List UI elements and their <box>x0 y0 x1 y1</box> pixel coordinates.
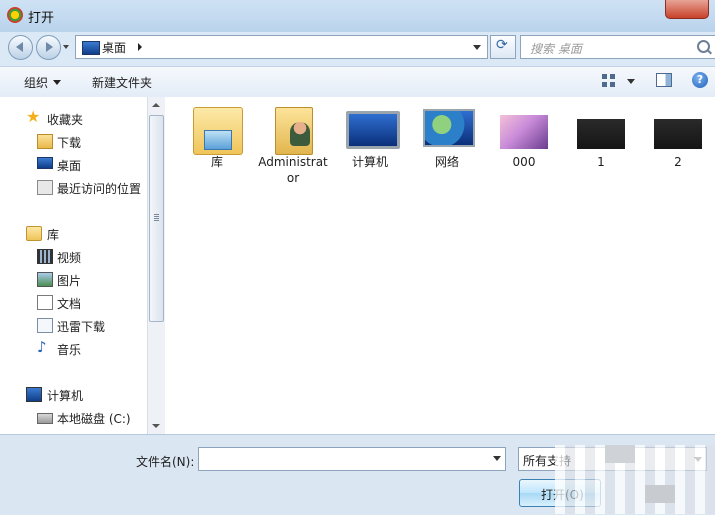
sidebar-item-label: 计算机 <box>47 389 84 403</box>
file-name: 2 <box>674 155 682 169</box>
views-dropdown-icon[interactable] <box>627 79 635 84</box>
sidebar-item-libraries[interactable]: 库 <box>0 222 147 244</box>
address-location[interactable]: 桌面 <box>102 39 126 56</box>
sidebar-item-label: 图片 <box>57 274 82 288</box>
sidebar-item-desktop[interactable]: 桌面 <box>0 153 147 175</box>
sidebar-item-xunlei[interactable]: 迅雷下载 <box>0 314 147 336</box>
chevron-down-icon <box>53 80 62 85</box>
network-icon <box>423 109 475 147</box>
download-folder-icon <box>37 318 53 333</box>
image-thumbnail <box>500 115 548 149</box>
help-icon[interactable]: ? <box>692 72 708 88</box>
file-list: 库 Administrator 计算机 网络 000 1 2 <box>165 97 715 434</box>
computer-icon <box>26 387 42 402</box>
search-placeholder: 搜索 桌面 <box>530 42 582 56</box>
file-name: Administrator <box>258 155 328 185</box>
scrollbar-thumb[interactable] <box>149 115 164 322</box>
title-bar: 打开 <box>0 0 715 32</box>
computer-icon <box>346 111 400 149</box>
navigation-scrollbar[interactable] <box>147 97 165 434</box>
organize-label: 组织 <box>24 76 49 90</box>
chevron-right-icon[interactable] <box>138 43 142 51</box>
preview-pane-icon[interactable] <box>656 73 672 87</box>
library-icon <box>193 107 243 155</box>
user-folder-icon <box>275 107 313 155</box>
filename-label: 文件名(N): <box>136 455 195 469</box>
library-icon <box>26 226 42 241</box>
sidebar-item-favorites[interactable]: ★ 收藏夹 <box>0 107 147 129</box>
scroll-up-arrow-icon[interactable] <box>152 103 160 107</box>
address-bar[interactable]: 桌面 <box>75 35 488 59</box>
organize-button[interactable]: 组织 <box>24 74 62 91</box>
sidebar-item-label: 最近访问的位置 <box>57 182 142 196</box>
sidebar-item-label: 音乐 <box>57 343 82 357</box>
window-title: 打开 <box>28 11 55 26</box>
hard-disk-icon <box>37 413 53 424</box>
navigation-bar: 桌面 搜索 桌面 <box>0 32 715 62</box>
search-input[interactable]: 搜索 桌面 <box>520 35 715 59</box>
sidebar-item-computer[interactable]: 计算机 <box>0 383 147 405</box>
file-name: 000 <box>512 155 536 169</box>
forward-button[interactable] <box>36 35 61 60</box>
recent-places-icon <box>37 180 53 195</box>
file-name: 计算机 <box>351 155 388 169</box>
filename-input[interactable] <box>198 447 506 471</box>
search-icon[interactable] <box>697 40 710 53</box>
chevron-down-icon[interactable] <box>473 45 481 50</box>
image-thumbnail <box>654 119 702 149</box>
sidebar-item-videos[interactable]: 视频 <box>0 245 147 267</box>
close-button[interactable] <box>665 0 709 19</box>
sidebar-item-label: 迅雷下载 <box>57 320 106 334</box>
sidebar-item-label: 收藏夹 <box>47 113 84 127</box>
scroll-down-arrow-icon[interactable] <box>152 424 160 428</box>
file-name: 1 <box>597 155 605 169</box>
new-folder-button[interactable]: 新建文件夹 <box>92 74 152 91</box>
sidebar-item-recent[interactable]: 最近访问的位置 <box>0 176 147 198</box>
grip-icon <box>154 214 159 221</box>
sidebar-item-pictures[interactable]: 图片 <box>0 268 147 290</box>
star-icon: ★ <box>26 107 41 126</box>
video-icon <box>37 249 53 264</box>
music-note-icon: ♪ <box>37 338 47 356</box>
sidebar-item-label: 视频 <box>57 251 82 265</box>
pictures-icon <box>37 272 53 287</box>
image-thumbnail <box>577 119 625 149</box>
sidebar-item-label: 库 <box>47 228 60 242</box>
refresh-button[interactable] <box>490 35 516 59</box>
downloads-icon <box>37 134 53 149</box>
recent-pages-dropdown[interactable] <box>63 45 69 49</box>
sidebar-item-documents[interactable]: 文档 <box>0 291 147 313</box>
navigation-pane: ★ 收藏夹 下载 桌面 最近访问的位置 库 视频 图片 文档 迅雷下载 ♪ 音乐… <box>0 97 147 434</box>
open-file-dialog: 打开 桌面 搜索 桌面 组织 新建文件夹 ? ★ 收藏夹 <box>0 0 715 515</box>
desktop-icon <box>37 157 53 169</box>
desktop-icon <box>82 41 100 55</box>
file-name: 网络 <box>434 155 459 169</box>
sidebar-item-local-disk[interactable]: 本地磁盘 (C:) <box>0 406 147 428</box>
watermark-overlay <box>555 445 715 514</box>
sidebar-item-music[interactable]: ♪ 音乐 <box>0 337 147 359</box>
views-icon[interactable] <box>602 74 615 87</box>
sidebar-item-label: 本地磁盘 (C:) <box>57 412 131 426</box>
back-button[interactable] <box>8 35 33 60</box>
chevron-down-icon[interactable] <box>493 456 501 461</box>
sidebar-item-label: 文档 <box>57 297 82 311</box>
file-name: 库 <box>210 155 223 169</box>
sidebar-item-downloads[interactable]: 下载 <box>0 130 147 152</box>
sidebar-item-label: 桌面 <box>57 159 82 173</box>
command-toolbar: 组织 新建文件夹 ? <box>0 66 715 98</box>
document-icon <box>37 295 53 310</box>
app-icon <box>7 7 23 23</box>
sidebar-item-label: 下载 <box>57 136 82 150</box>
